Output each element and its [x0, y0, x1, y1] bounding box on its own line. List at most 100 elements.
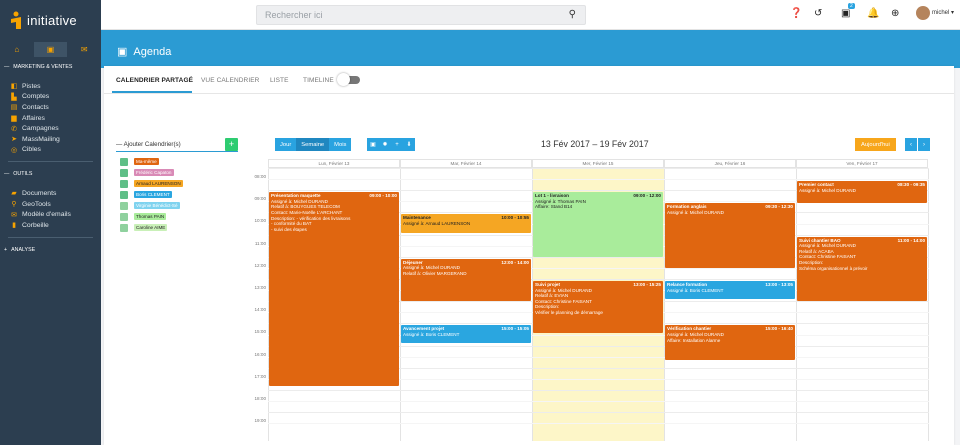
- calendar-checkbox[interactable]: [120, 223, 128, 232]
- view-week-button[interactable]: Semaine: [296, 138, 330, 151]
- user-menu[interactable]: michel ▾: [932, 9, 954, 16]
- sidebar-item-pistes[interactable]: ◧ Pistes: [0, 81, 101, 92]
- avatar[interactable]: [916, 6, 930, 20]
- calendar-list-item[interactable]: Thomas PAIN: [120, 211, 238, 222]
- event-detail: Assigné à: Arnaud LAURENSON: [403, 220, 471, 226]
- half-hour-line: [268, 401, 929, 403]
- hour-label: 14:00: [254, 307, 267, 313]
- calendar-event[interactable]: Lot 1 - livraison 09:00 - 12:00 Assigné à:…: [533, 192, 663, 257]
- calendar-event[interactable]: Maintenance 10:00 - 10:55 Assigné à: Arnau…: [401, 214, 531, 233]
- calendar-event[interactable]: Présentation maquette 09:00 - 10:00 Assign…: [269, 192, 399, 386]
- event-detail: Vérifier le planning de démarrage: [535, 309, 603, 315]
- hour-label: 18:00: [254, 396, 267, 401]
- sidebar-item-cibles[interactable]: ◎ Cibles: [0, 145, 101, 156]
- calendar-icon[interactable]: ▣: [33, 42, 68, 57]
- event-detail: - suivi des étapes: [271, 226, 307, 232]
- calendar-list-item[interactable]: Frédéric Capaton: [120, 167, 238, 178]
- calendar-name-tag: Boris CLEMENT: [134, 191, 172, 198]
- calendar-checkbox[interactable]: [120, 168, 128, 177]
- help-icon[interactable]: ❓: [790, 8, 802, 19]
- event-detail: Affaire: Installation Alarme: [667, 337, 721, 343]
- calendar-list-item[interactable]: Boris CLEMENT: [120, 189, 238, 200]
- calendar-list-item[interactable]: Arnaud LAURENSON: [120, 178, 238, 189]
- sidebar-item-documents[interactable]: ▰ Documents: [0, 188, 101, 199]
- calendar-list-item[interactable]: Caroline AIME: [120, 222, 238, 233]
- calendar-event[interactable]: Premier contact 08:30 - 09:35 Assigné à: M…: [797, 181, 927, 204]
- page-title: ▣ Agenda: [117, 45, 172, 59]
- calendar-event[interactable]: Formation anglais 09:30 - 12:30 Assigné à:…: [665, 203, 795, 268]
- calendar-name-tag: Caroline AIME: [134, 224, 168, 231]
- event-time: 11:00 - 14:00: [897, 237, 925, 243]
- today-button[interactable]: Aujourd'hui: [855, 138, 896, 151]
- calendar-checkbox[interactable]: [120, 179, 128, 188]
- sidebar-item-massmailing[interactable]: ➤ MassMailing: [0, 134, 101, 145]
- calendar-name-tag: Virginie Bénédict-Sé: [134, 202, 180, 209]
- hour-label: 10:00: [254, 218, 267, 224]
- phone-icon: ✆: [11, 125, 17, 133]
- section-analyse[interactable]: + ANALYSE: [0, 244, 101, 256]
- tab-shared-calendar[interactable]: CALENDRIER PARTAGÉ: [116, 77, 193, 84]
- bell-icon[interactable]: 🔔: [867, 8, 879, 19]
- calendar-checkbox[interactable]: [120, 201, 128, 210]
- sidebar-item-contacts[interactable]: ▤ Contacts: [0, 102, 101, 113]
- view-day-button[interactable]: Jour: [275, 138, 297, 151]
- event-time: 15:00 - 15:05: [501, 326, 529, 332]
- sidebar-item-campagnes[interactable]: ✆ Campagnes: [0, 123, 101, 134]
- add-calendar-button[interactable]: +: [225, 138, 238, 151]
- plus-icon[interactable]: +: [391, 138, 403, 151]
- timeline-toggle[interactable]: [337, 73, 360, 86]
- day-header: Lun, Février 13: [268, 159, 400, 168]
- tab-list[interactable]: LISTE: [270, 77, 289, 84]
- day-header: Ven, Février 17: [796, 159, 928, 168]
- hour-label: 12:00: [254, 262, 267, 268]
- calendar-checkbox[interactable]: [120, 212, 128, 221]
- calendar-event[interactable]: Déjeuner 12:00 - 14:00 Assigné à: Michel D…: [401, 258, 531, 302]
- calendar-checkbox[interactable]: [120, 190, 128, 199]
- day-column[interactable]: [796, 168, 928, 441]
- home-icon[interactable]: ⌂: [0, 42, 34, 57]
- section-outils[interactable]: — OUTILS: [0, 168, 101, 180]
- calendar-icon[interactable]: ▣: [367, 138, 379, 151]
- calendar-checkbox[interactable]: [120, 157, 128, 166]
- calendar-list-item[interactable]: Virginie Bénédict-Sé: [120, 200, 238, 211]
- prev-week-button[interactable]: ‹: [905, 138, 917, 151]
- search-input[interactable]: Rechercher ici ⚲: [256, 5, 586, 25]
- send-icon: ➤: [11, 136, 17, 144]
- sidebar-item-affaires[interactable]: ▆ Affaires: [0, 113, 101, 124]
- calendar-list-item[interactable]: Ma-même: [120, 156, 238, 167]
- calendar-notification-icon[interactable]: ▣: [841, 8, 850, 19]
- event-title: Suivi projet: [535, 282, 561, 287]
- calendar-event[interactable]: Vérification chantier 15:00 - 16:40 Assign…: [665, 325, 795, 361]
- logo[interactable]: initiative: [0, 0, 101, 40]
- day-column[interactable]: [400, 168, 532, 441]
- target-icon: ◧: [10, 83, 18, 91]
- tab-calendar-view[interactable]: VUE CALENDRIER: [201, 77, 259, 84]
- sidebar-item-corbeille[interactable]: ▮ Corbeille: [0, 220, 101, 231]
- event-time: 13:00 - 15:25: [633, 282, 661, 287]
- search-icon[interactable]: ⚲: [569, 9, 576, 20]
- sidebar-item-comptes[interactable]: ▙ Comptes: [0, 92, 101, 103]
- half-hour-line: [268, 423, 929, 425]
- crosshair-icon: ◎: [10, 146, 18, 154]
- hour-label: 13:00: [254, 285, 267, 290]
- hour-label: 08:00: [254, 174, 267, 179]
- tab-timeline[interactable]: TIMELINE: [303, 77, 334, 84]
- next-week-button[interactable]: ›: [918, 138, 930, 151]
- calendar-event[interactable]: Suivi chantier BAO 11:00 - 14:00 Assigné à…: [797, 236, 927, 302]
- history-icon[interactable]: ↺: [814, 8, 822, 19]
- calendar-event[interactable]: Relance formation 13:00 - 13:05 Assigné à:…: [665, 281, 795, 299]
- calendar-event[interactable]: Avancement projet 15:00 - 15:05 Assigné à:…: [401, 325, 531, 344]
- view-month-button[interactable]: Mois: [329, 138, 352, 151]
- mail-icon[interactable]: ✉: [67, 42, 101, 57]
- logo-icon: [11, 11, 21, 29]
- event-detail: Relatif à: Olivier MARGERAND: [403, 270, 467, 276]
- download-icon[interactable]: ⬇: [403, 138, 415, 151]
- add-circle-icon[interactable]: ⊕: [891, 8, 899, 19]
- event-time: 13:00 - 13:05: [765, 282, 793, 287]
- sidebar-item-geotools[interactable]: ⚲ GeoTools: [0, 199, 101, 210]
- calendar-event[interactable]: Suivi projet 13:00 - 15:25 Assigné à: Mich…: [533, 281, 663, 333]
- sidebar-item-email-templates[interactable]: ✉ Modèle d'emails: [0, 209, 101, 220]
- section-marketing[interactable]: — MARKETING & VENTES: [0, 61, 101, 73]
- calendar-name-tag: Thomas PAIN: [134, 213, 167, 220]
- gear-icon[interactable]: ✹: [379, 138, 391, 151]
